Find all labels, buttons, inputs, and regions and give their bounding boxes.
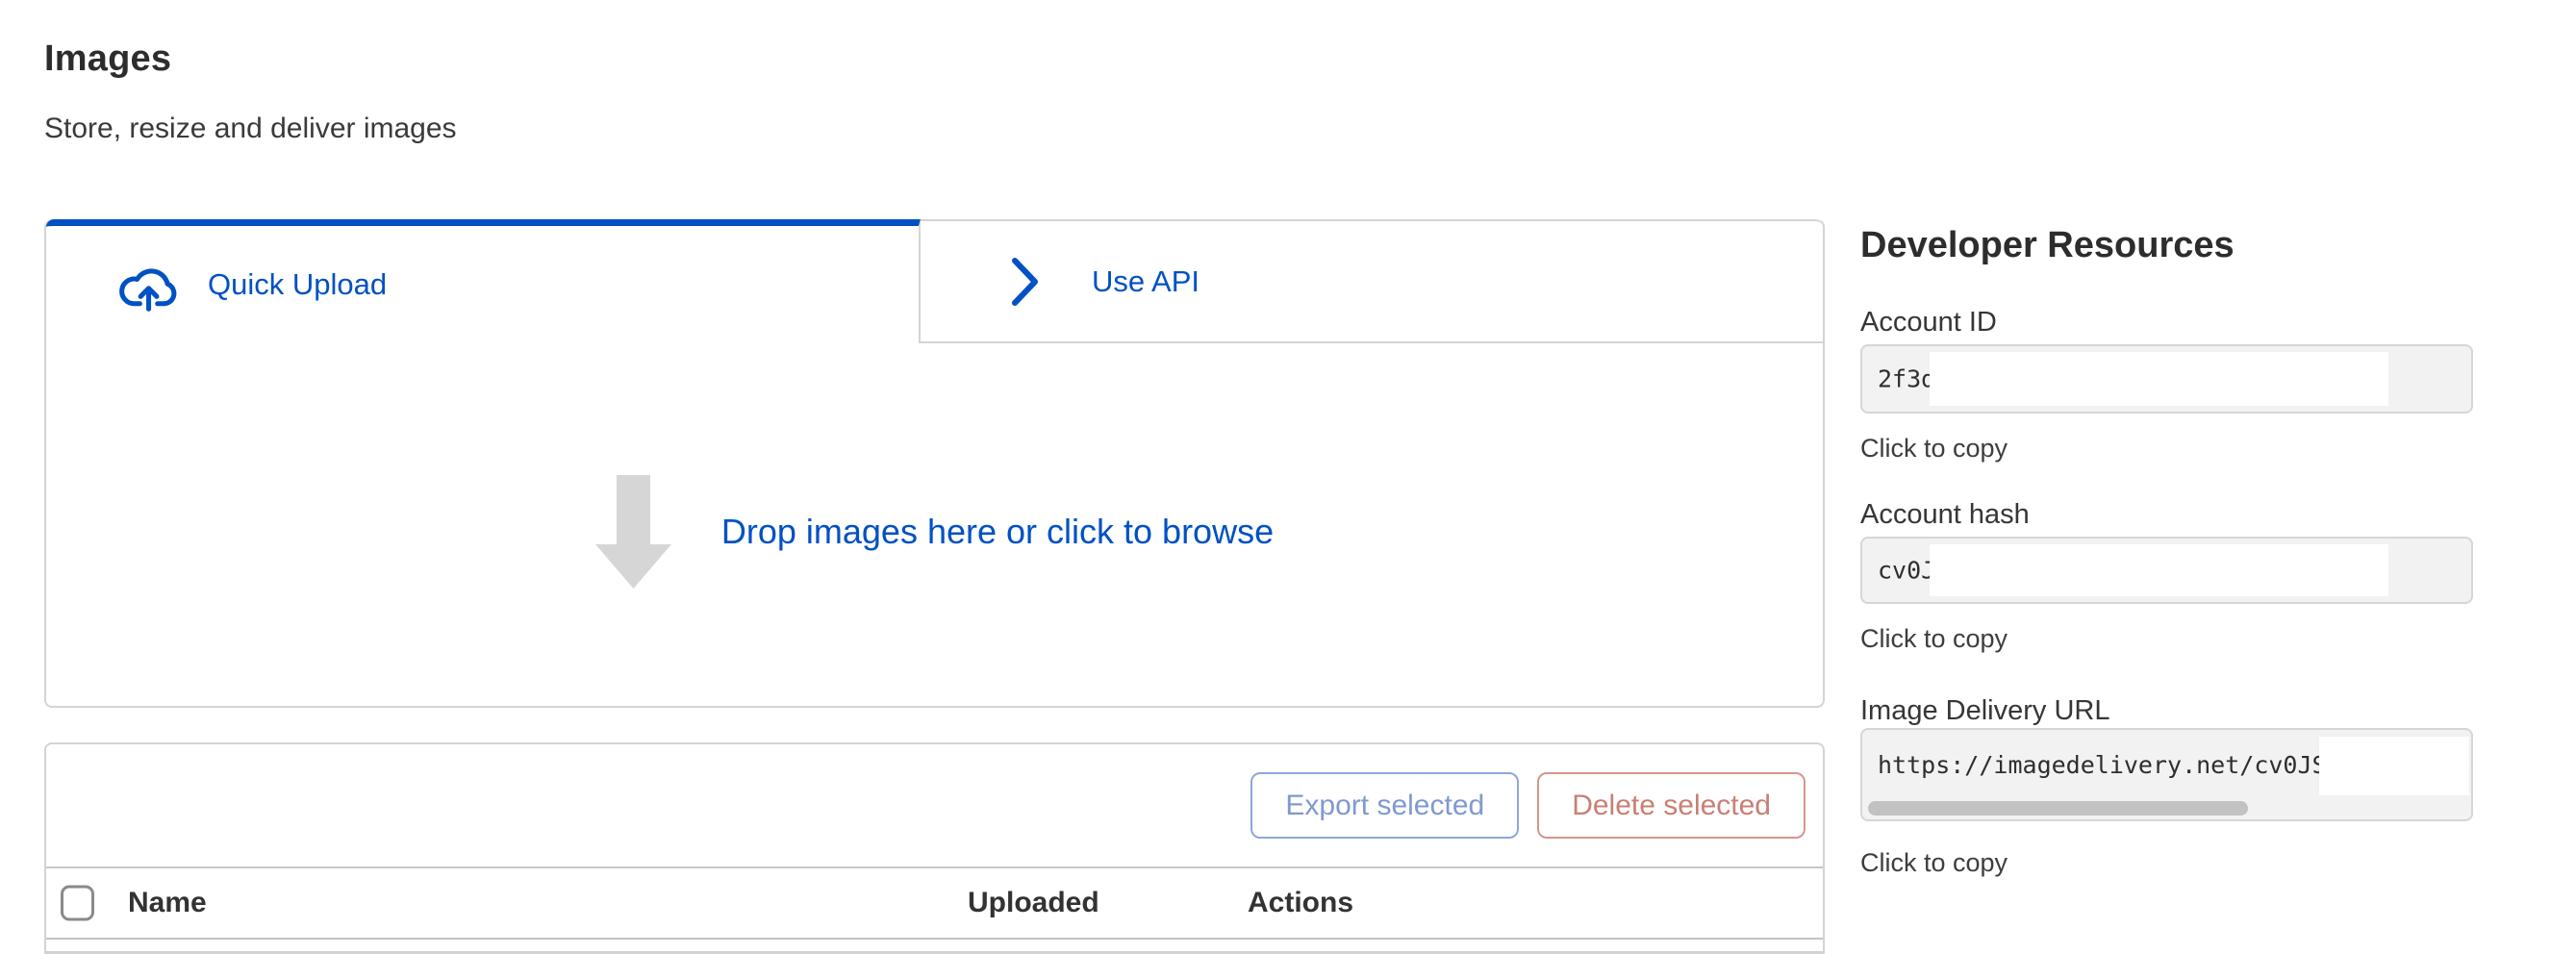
account-id-copy-hint: Click to copy bbox=[1860, 433, 2473, 464]
tab-quick-upload[interactable]: Quick Upload bbox=[46, 219, 921, 343]
account-id-label: Account ID bbox=[1860, 306, 2473, 339]
page-subtitle: Store, resize and deliver images bbox=[44, 113, 457, 145]
image-delivery-url-value: https://imagedelivery.net/cv0JS bbox=[1878, 751, 2327, 779]
export-selected-button[interactable]: Export selected bbox=[1250, 772, 1519, 839]
developer-resources-panel: Developer Resources Account ID 2f3d Clic… bbox=[1860, 223, 2473, 878]
developer-resources-heading: Developer Resources bbox=[1860, 223, 2473, 267]
column-header-name: Name bbox=[128, 887, 207, 919]
account-id-field[interactable]: 2f3d bbox=[1860, 344, 2473, 414]
account-hash-value: cv0J bbox=[1878, 557, 1935, 585]
upload-panel: Quick Upload Use API Drop images here or… bbox=[44, 219, 1825, 708]
chevron-right-icon bbox=[1009, 256, 1042, 308]
dropzone[interactable]: Drop images here or click to browse bbox=[46, 343, 1823, 706]
tab-quick-upload-label: Quick Upload bbox=[208, 267, 387, 302]
image-delivery-url-value-tail: : bbox=[2465, 751, 2473, 779]
column-header-uploaded: Uploaded bbox=[968, 887, 1099, 919]
table-header-row: Name Uploaded Actions bbox=[46, 868, 1823, 940]
arrow-down-icon bbox=[595, 475, 671, 589]
tab-use-api[interactable]: Use API bbox=[921, 219, 1823, 343]
table-toolbar: Export selected Delete selected bbox=[46, 744, 1823, 868]
account-hash-label: Account hash bbox=[1860, 498, 2473, 531]
page-title: Images bbox=[44, 38, 171, 80]
account-id-value: 2f3d bbox=[1878, 365, 1935, 393]
cloud-upload-icon bbox=[115, 258, 181, 312]
redaction-overlay bbox=[1930, 352, 2388, 406]
column-header-actions: Actions bbox=[1248, 887, 1353, 919]
horizontal-scrollbar[interactable] bbox=[1868, 801, 2248, 816]
image-delivery-url-field[interactable]: https://imagedelivery.net/cv0JS : bbox=[1860, 728, 2473, 821]
redaction-overlay bbox=[2319, 737, 2469, 795]
images-table-panel: Export selected Delete selected Name Upl… bbox=[44, 742, 1825, 954]
account-hash-copy-hint: Click to copy bbox=[1860, 623, 2473, 654]
image-delivery-url-label: Image Delivery URL bbox=[1860, 694, 2473, 727]
select-all-checkbox[interactable] bbox=[61, 886, 94, 921]
account-hash-field[interactable]: cv0J bbox=[1860, 537, 2473, 604]
delete-selected-button[interactable]: Delete selected bbox=[1537, 772, 1806, 839]
dropzone-label: Drop images here or click to browse bbox=[721, 512, 1274, 552]
redaction-overlay bbox=[1930, 544, 2388, 596]
image-delivery-url-copy-hint: Click to copy bbox=[1860, 847, 2473, 878]
tab-use-api-label: Use API bbox=[1092, 264, 1200, 299]
upload-tab-bar: Quick Upload Use API bbox=[46, 219, 1823, 343]
